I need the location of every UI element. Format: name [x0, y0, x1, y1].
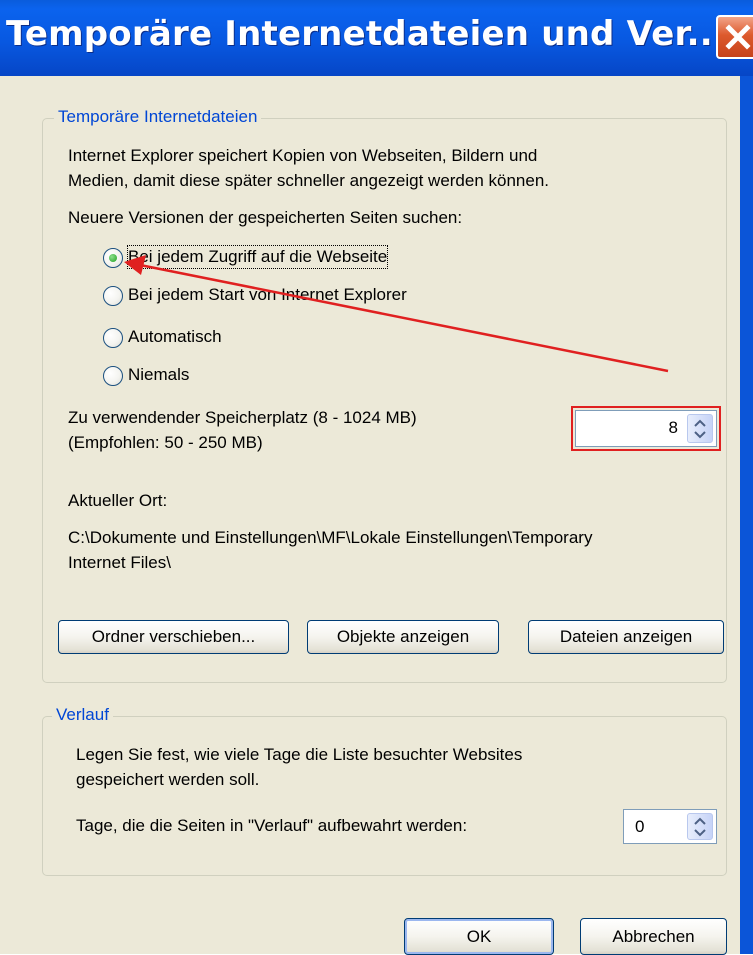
annotation-arrow-line — [139, 263, 669, 373]
annotation-arrow — [124, 255, 669, 373]
annotation-arrow-head — [124, 255, 146, 275]
dialog-window: Temporäre Internetdateien und Ver... Tem… — [0, 0, 753, 955]
